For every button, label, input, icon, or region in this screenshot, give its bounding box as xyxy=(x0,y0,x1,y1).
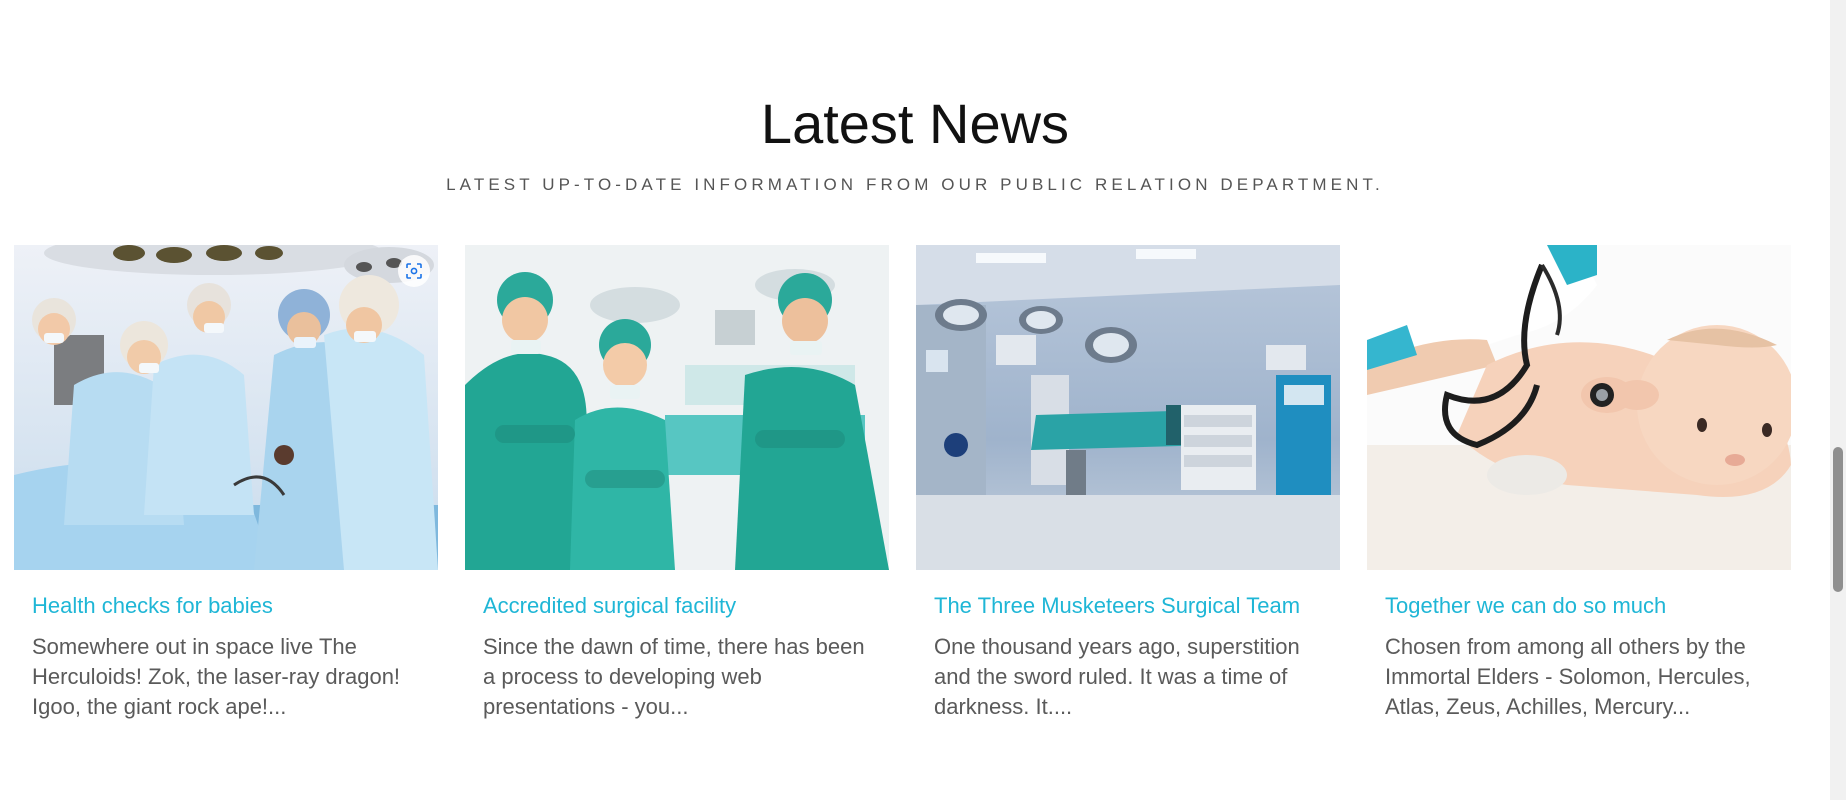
news-card-title[interactable]: The Three Musketeers Surgical Team xyxy=(934,592,1322,620)
news-cards: Health checks for babies Somewhere out i… xyxy=(14,245,1814,765)
news-card: The Three Musketeers Surgical Team One t… xyxy=(916,245,1340,722)
news-card-body: The Three Musketeers Surgical Team One t… xyxy=(916,592,1340,722)
news-card: Accredited surgical facility Since the d… xyxy=(465,245,889,722)
news-card-body: Together we can do so much Chosen from a… xyxy=(1367,592,1791,722)
news-card-excerpt: Somewhere out in space live The Herculoi… xyxy=(32,634,401,719)
surgical-team-posing-photo xyxy=(465,245,889,570)
news-card: Together we can do so much Chosen from a… xyxy=(1367,245,1791,722)
visual-search-button[interactable] xyxy=(398,255,430,287)
baby-stethoscope-photo xyxy=(1367,245,1791,570)
news-card-excerpt: Chosen from among all others by the Immo… xyxy=(1385,634,1751,719)
surgeons-operating-photo xyxy=(14,245,438,570)
news-card: Health checks for babies Somewhere out i… xyxy=(14,245,438,722)
news-card-image-link[interactable] xyxy=(465,245,889,570)
page: Latest News LATEST UP-TO-DATE INFORMATIO… xyxy=(0,0,1846,800)
news-card-image-link[interactable] xyxy=(916,245,1340,570)
news-card-title[interactable]: Health checks for babies xyxy=(32,592,420,620)
news-card-excerpt: Since the dawn of time, there has been a… xyxy=(483,634,865,719)
scrollbar-thumb[interactable] xyxy=(1833,447,1843,592)
page-scrollbar[interactable] xyxy=(1830,0,1846,800)
news-card-title[interactable]: Accredited surgical facility xyxy=(483,592,871,620)
news-card-image-link[interactable] xyxy=(1367,245,1791,570)
section-title: Latest News xyxy=(760,92,1070,155)
news-card-excerpt: One thousand years ago, superstition and… xyxy=(934,634,1300,719)
section-subtitle: LATEST UP-TO-DATE INFORMATION FROM OUR P… xyxy=(446,175,1384,194)
news-card-image-link[interactable] xyxy=(14,245,438,570)
operating-room-photo xyxy=(916,245,1340,570)
news-card-body: Accredited surgical facility Since the d… xyxy=(465,592,889,722)
lens-icon xyxy=(406,263,422,279)
news-card-body: Health checks for babies Somewhere out i… xyxy=(14,592,438,722)
news-card-title[interactable]: Together we can do so much xyxy=(1385,592,1773,620)
